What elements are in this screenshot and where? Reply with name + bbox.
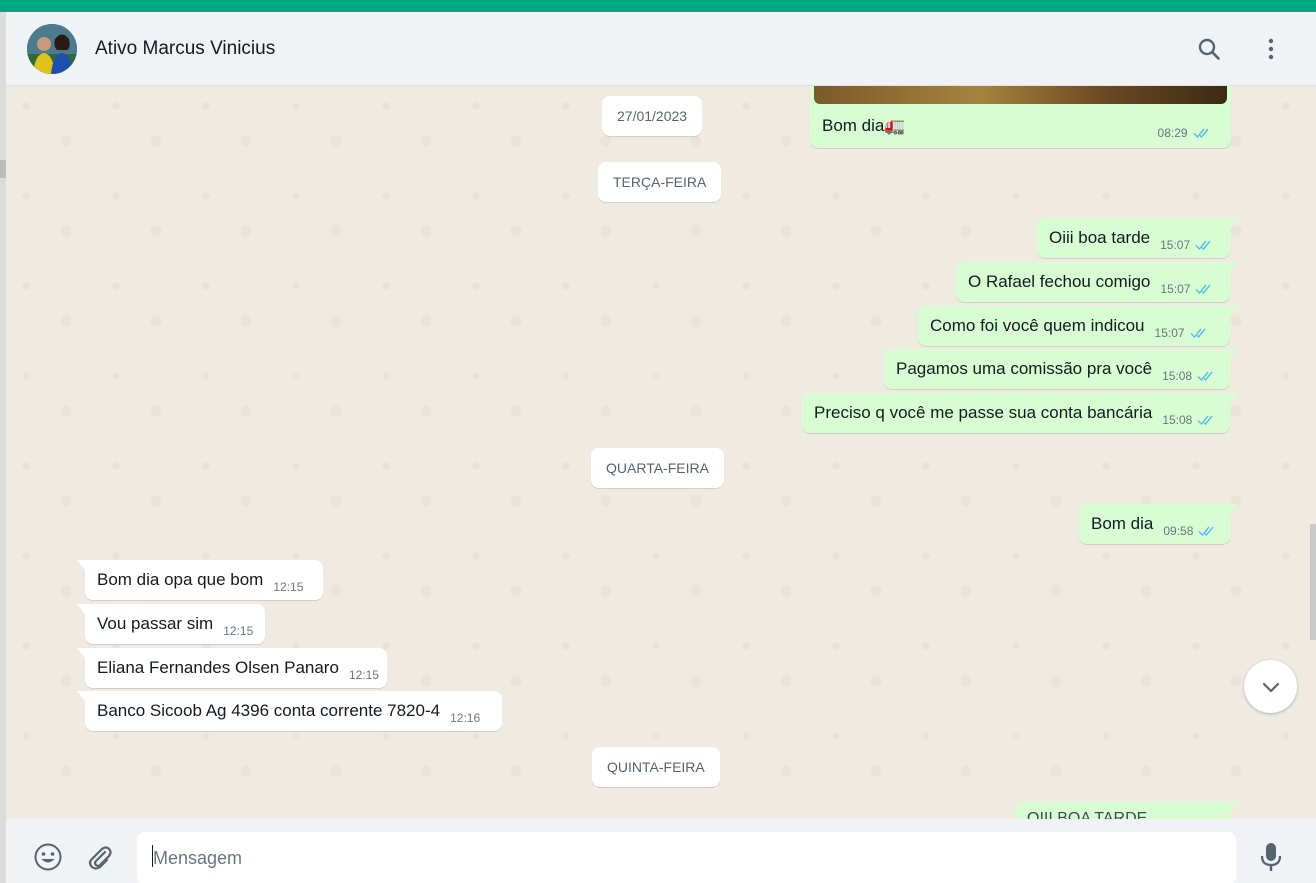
message-bubble-in[interactable]: Eliana Fernandes Olsen Panaro 12:15 — [77, 648, 387, 688]
message-bubble-in[interactable]: Bom dia opa que bom 12:15 — [77, 560, 323, 600]
contact-avatar[interactable] — [27, 24, 77, 74]
message-text: Oiii boa tarde — [1049, 228, 1151, 247]
message-meta: 15:08 — [1162, 369, 1216, 383]
message-input[interactable] — [137, 832, 1236, 883]
avatar-image — [27, 24, 77, 74]
image-preview[interactable] — [814, 86, 1227, 104]
more-vertical-icon[interactable] — [1256, 34, 1286, 64]
message-text: Como foi você quem indicou — [930, 316, 1145, 335]
double-check-icon — [1197, 415, 1213, 426]
message-meta: 09:58 — [1163, 524, 1217, 538]
message-time: 15:07 — [1160, 282, 1191, 296]
message-text: Pagamos uma comissão pra você — [896, 359, 1153, 378]
message-meta: 12:15 — [223, 624, 253, 638]
message-time: 12:15 — [273, 580, 304, 594]
message-bubble-out[interactable]: OIII BOA TARDE — [1015, 802, 1238, 819]
top-accent-bar — [0, 0, 1316, 12]
message-list[interactable]: Bom dia🚛 08:29 27/01/2023 TERÇA-FEIRA Oi… — [6, 86, 1316, 819]
message-text: Eliana Fernandes Olsen Panaro — [97, 658, 339, 677]
double-check-icon — [1198, 526, 1214, 537]
message-bubble-out[interactable]: Oiii boa tarde 15:07 — [1037, 218, 1238, 258]
message-text: OIII BOA TARDE — [1027, 810, 1148, 819]
microphone-icon[interactable] — [1254, 840, 1288, 874]
message-time: 09:58 — [1163, 524, 1194, 538]
message-time: 15:07 — [1160, 238, 1191, 252]
double-check-icon — [1197, 371, 1213, 382]
message-meta: 12:16 — [450, 711, 480, 725]
double-check-icon — [1195, 284, 1211, 295]
date-separator: QUARTA-FEIRA — [591, 448, 724, 488]
double-check-icon — [1193, 128, 1209, 139]
message-text: Bom dia — [1091, 514, 1154, 533]
message-text: Banco Sicoob Ag 4396 conta corrente 7820… — [97, 701, 441, 720]
message-bubble-out[interactable]: O Rafael fechou comigo 15:07 — [956, 262, 1238, 302]
double-check-icon — [1190, 328, 1206, 339]
message-meta: 08:29 — [1158, 126, 1212, 140]
chat-header[interactable]: Ativo Marcus Vinicius — [6, 12, 1316, 86]
message-meta: 12:15 — [349, 668, 379, 682]
paperclip-icon[interactable] — [82, 840, 116, 874]
message-text: O Rafael fechou comigo — [968, 272, 1151, 291]
scrollbar-thumb[interactable] — [1310, 524, 1316, 640]
message-time: 12:16 — [450, 711, 481, 725]
message-text: Bom dia🚛 — [822, 116, 906, 135]
message-meta: 12:15 — [273, 580, 303, 594]
message-bubble-out[interactable]: Bom dia🚛 08:29 — [810, 106, 1230, 146]
message-bubble-in[interactable]: Banco Sicoob Ag 4396 conta corrente 7820… — [77, 691, 502, 731]
message-meta: 15:08 — [1162, 413, 1216, 427]
date-separator: TERÇA-FEIRA — [598, 162, 722, 202]
scroll-to-bottom-button[interactable] — [1244, 660, 1297, 713]
chevron-down-icon — [1262, 682, 1279, 692]
message-bubble-out[interactable]: Como foi você quem indicou 15:07 — [918, 306, 1238, 346]
contact-name[interactable]: Ativo Marcus Vinicius — [95, 38, 275, 60]
date-separator: QUINTA-FEIRA — [592, 747, 720, 787]
message-time: 12:15 — [348, 668, 379, 682]
message-time: 12:15 — [223, 624, 254, 638]
message-text: Preciso q você me passe sua conta bancár… — [814, 403, 1153, 422]
message-time: 15:08 — [1162, 369, 1193, 383]
message-meta: 15:07 — [1160, 238, 1214, 252]
search-icon[interactable] — [1194, 34, 1224, 64]
message-time: 15:08 — [1162, 413, 1193, 427]
text-caret — [152, 845, 153, 867]
message-meta: 15:07 — [1155, 326, 1209, 340]
emoji-icon[interactable] — [31, 840, 65, 874]
message-text: Vou passar sim — [97, 614, 214, 633]
message-time: 08:29 — [1157, 126, 1188, 140]
date-separator: 27/01/2023 — [602, 96, 703, 136]
message-bubble-in[interactable]: Vou passar sim 12:15 — [77, 604, 265, 644]
message-bubble-out[interactable]: Pagamos uma comissão pra você 15:08 — [884, 349, 1238, 389]
double-check-icon — [1195, 240, 1211, 251]
message-composer — [6, 819, 1316, 883]
message-bubble-out[interactable]: Preciso q você me passe sua conta bancár… — [802, 393, 1238, 433]
message-meta: 15:07 — [1160, 282, 1214, 296]
message-time: 15:07 — [1154, 326, 1185, 340]
message-bubble-out[interactable]: Bom dia 09:58 — [1079, 504, 1238, 544]
message-text: Bom dia opa que bom — [97, 570, 264, 589]
